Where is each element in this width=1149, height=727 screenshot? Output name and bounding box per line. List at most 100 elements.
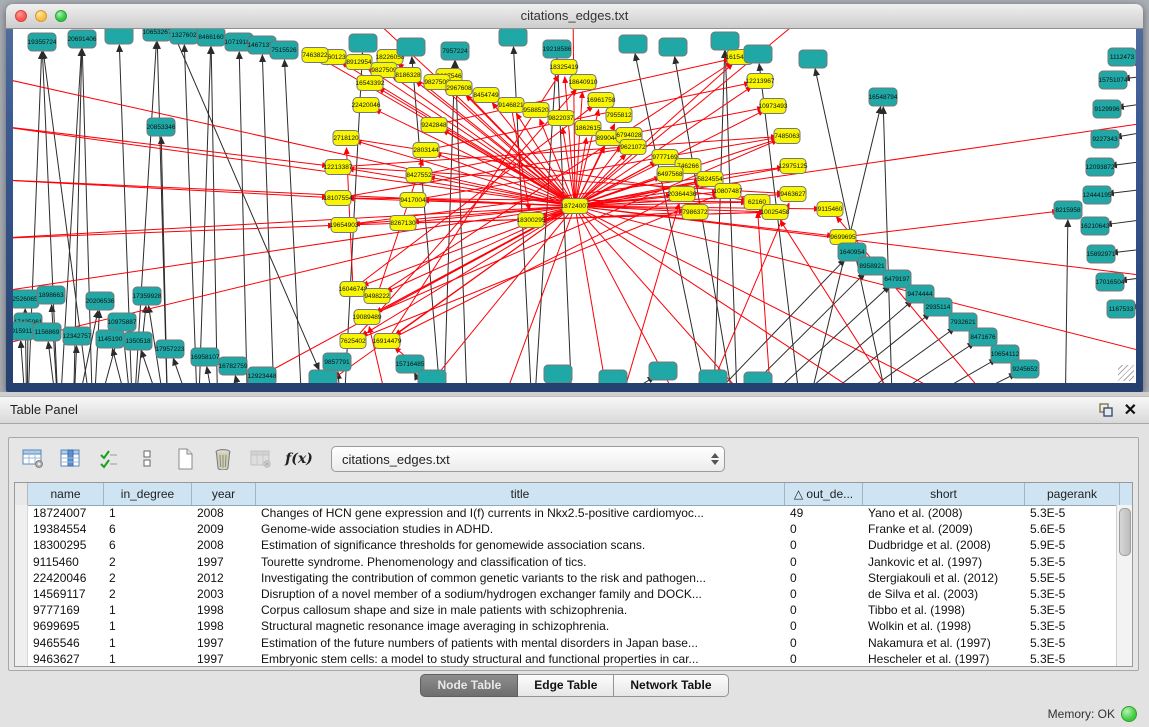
network-node[interactable]: 16914479 — [373, 334, 402, 349]
network-node[interactable]: 8466160 — [197, 29, 225, 46]
network-node[interactable] — [744, 372, 772, 383]
network-node[interactable]: 1167533 — [1107, 300, 1135, 318]
delete-table-icon[interactable] — [247, 445, 275, 473]
network-node[interactable] — [619, 35, 647, 53]
network-node[interactable] — [309, 370, 337, 383]
table-row[interactable]: 969969511998Structural magnetic resonanc… — [15, 618, 1117, 634]
network-node[interactable]: 18107554 — [324, 191, 353, 206]
network-node[interactable] — [744, 45, 772, 63]
table-row[interactable]: 1872400712008Changes of HCN gene express… — [15, 505, 1117, 521]
network-node[interactable]: 16543392 — [356, 76, 385, 91]
network-node[interactable]: 7986372 — [682, 205, 708, 220]
network-node[interactable]: 18640910 — [569, 75, 598, 90]
tab-node-table[interactable]: Node Table — [420, 674, 518, 697]
network-node[interactable]: 6497568 — [657, 167, 683, 182]
network-node[interactable]: 2526065 — [13, 290, 39, 308]
network-node[interactable]: 10807487 — [714, 184, 743, 199]
network-node[interactable]: 1145190 — [96, 330, 124, 348]
table-row[interactable]: 946554611997Estimation of the future num… — [15, 635, 1117, 651]
network-node[interactable]: 16548794 — [869, 88, 898, 106]
network-node[interactable]: 12213387 — [324, 160, 353, 175]
network-node[interactable]: 12342757 — [63, 327, 92, 345]
network-node[interactable] — [799, 50, 827, 68]
network-node[interactable]: 9777169 — [652, 150, 678, 165]
network-node[interactable]: 8267130 — [390, 216, 416, 231]
network-node[interactable]: 20206536 — [86, 292, 115, 310]
network-node[interactable] — [418, 370, 446, 383]
table-row[interactable]: 911546021997Tourette syndrome. Phenomeno… — [15, 554, 1117, 570]
network-node[interactable]: 1112473 — [1108, 48, 1136, 66]
network-node[interactable]: 9699695 — [830, 230, 856, 245]
network-node[interactable]: 2803144 — [413, 143, 439, 158]
network-node[interactable]: 3915911 — [13, 322, 34, 340]
network-node[interactable] — [349, 34, 377, 52]
network-node[interactable]: 8215958 — [1054, 201, 1082, 219]
network-node[interactable]: 9463627 — [780, 187, 806, 202]
network-graph[interactable]: 1872400788601238912954182260589827509165… — [13, 29, 1136, 383]
network-node[interactable]: 1350518 — [124, 332, 152, 350]
network-node[interactable]: 8912954 — [346, 55, 372, 70]
network-node[interactable]: 2967608 — [446, 81, 472, 96]
table-row[interactable]: 1456911722003Disruption of a novel membe… — [15, 586, 1117, 602]
network-node[interactable]: 7515526 — [270, 41, 298, 59]
network-node[interactable]: 16958107 — [191, 348, 220, 366]
scrollbar-thumb[interactable] — [1119, 508, 1131, 556]
show-columns-icon[interactable] — [57, 445, 85, 473]
network-node[interactable]: 9146821 — [498, 98, 524, 113]
column-header-out_degree[interactable]: △ out_de... — [785, 483, 863, 505]
network-node[interactable]: 15892971 — [1087, 245, 1116, 263]
network-canvas[interactable]: 1872400788601238912954182260589827509165… — [13, 29, 1136, 383]
network-node[interactable]: 17359928 — [133, 287, 162, 305]
network-node[interactable]: 16961758 — [587, 93, 616, 108]
network-node[interactable] — [599, 370, 627, 383]
network-node[interactable]: 20364436 — [668, 187, 697, 202]
column-header-year[interactable]: year — [192, 483, 256, 505]
network-node[interactable]: 9498222 — [364, 289, 390, 304]
table-settings-icon[interactable] — [19, 445, 47, 473]
network-node[interactable]: 7625402 — [340, 334, 366, 349]
network-node[interactable]: 1898663 — [37, 286, 65, 304]
network-node[interactable]: 16210643 — [1081, 217, 1110, 235]
column-header-in_degree[interactable]: in_degree — [104, 483, 192, 505]
trash-icon[interactable] — [209, 445, 237, 473]
network-node[interactable] — [659, 38, 687, 56]
network-node[interactable]: 19654903 — [330, 218, 359, 233]
network-node[interactable]: 18300295 — [517, 213, 546, 228]
network-node[interactable]: 9115460 — [817, 202, 843, 217]
network-node[interactable]: 8471676 — [969, 328, 997, 346]
new-document-icon[interactable] — [171, 445, 199, 473]
column-header-short[interactable]: short — [863, 483, 1025, 505]
row-checks-icon[interactable] — [95, 445, 123, 473]
network-node[interactable]: 1327602 — [170, 29, 198, 44]
column-header-name[interactable]: name — [28, 483, 104, 505]
network-node[interactable]: 9822037 — [548, 111, 574, 126]
table-row[interactable]: 946362711997Embryonic stem cells: a mode… — [15, 651, 1117, 667]
network-node[interactable]: 16782759 — [219, 357, 248, 375]
network-node[interactable]: 8186328 — [395, 68, 421, 83]
network-node[interactable]: 7485063 — [774, 129, 800, 144]
network-node[interactable] — [499, 29, 527, 46]
network-node[interactable]: 15751074 — [1099, 71, 1128, 89]
column-header-title[interactable]: title — [256, 483, 785, 505]
resize-grip[interactable] — [1118, 365, 1134, 381]
network-node[interactable]: 19089489 — [353, 310, 382, 325]
network-node[interactable]: 9227343 — [1091, 130, 1119, 148]
network-node[interactable]: 7955812 — [606, 108, 632, 123]
network-node[interactable]: 9129996 — [1093, 100, 1121, 118]
network-node[interactable]: 9588520 — [523, 103, 549, 118]
vertical-scrollbar[interactable] — [1116, 505, 1132, 666]
network-node[interactable]: 12975125 — [779, 159, 808, 174]
tab-network-table[interactable]: Network Table — [614, 674, 728, 697]
network-node[interactable]: 7463822 — [302, 48, 328, 63]
network-node[interactable]: 2935114 — [924, 298, 952, 316]
network-node[interactable] — [649, 362, 677, 380]
table-row[interactable]: 977716911998Corpus callosum shape and si… — [15, 602, 1117, 618]
network-node[interactable]: 12444195 — [1083, 186, 1112, 204]
network-window-titlebar[interactable]: citations_edges.txt — [6, 4, 1143, 29]
network-node[interactable]: 12923448 — [248, 367, 277, 383]
network-node[interactable]: 8427552 — [406, 168, 432, 183]
network-node[interactable]: 9417004 — [400, 193, 426, 208]
network-node[interactable]: 18325419 — [550, 60, 579, 75]
network-node[interactable]: 17016504 — [1096, 273, 1125, 291]
network-node[interactable]: 6479197 — [883, 270, 911, 288]
